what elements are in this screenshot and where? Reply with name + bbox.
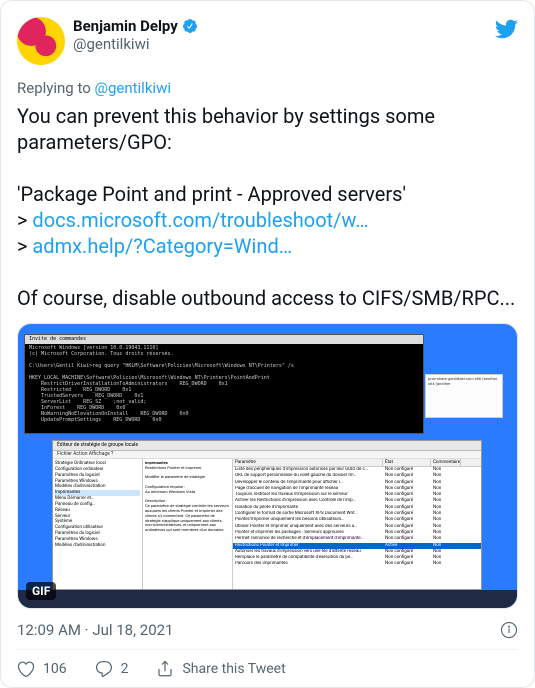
display-name[interactable]: Benjamin Delpy xyxy=(73,17,178,35)
gp-settings-list: Paramètre État Commentaire Liste des pér… xyxy=(233,459,481,589)
reply-context: Replying to @gentilkiwi xyxy=(17,79,518,97)
gp-desc-body: Restrictions Pointer et Imprimer Modifie… xyxy=(145,465,230,532)
tweet-actions: 106 2 Share this Tweet xyxy=(17,660,518,678)
gp-tree-item[interactable]: Modèles d'administration xyxy=(55,543,140,549)
gp-tree: Stratégie Ordinateur local Configuration… xyxy=(53,459,143,589)
gp-col-state: État xyxy=(383,459,431,466)
twitter-logo-icon[interactable] xyxy=(494,17,518,41)
gp-col-param: Paramètre xyxy=(233,459,383,466)
reply-button[interactable]: 2 xyxy=(95,660,129,678)
body-line1: You can prevent this behavior by setting… xyxy=(17,104,440,154)
timestamp-row: 12:09 AM · Jul 18, 2021 xyxy=(17,621,518,639)
tweet-header: Benjamin Delpy @gentilkiwi xyxy=(17,17,518,65)
like-count: 106 xyxy=(43,661,67,677)
like-button[interactable]: 106 xyxy=(17,660,67,678)
note-popup: prdc-share.gentilkiwi.com x86 (another x… xyxy=(425,374,503,418)
tweet-media[interactable]: Invite de commandes Microsoft Windows [v… xyxy=(17,323,518,609)
heart-icon xyxy=(17,660,35,678)
gp-menubar: Fichier Action Affichage ? xyxy=(53,451,481,459)
taskbar xyxy=(18,590,517,608)
share-button[interactable]: Share this Tweet xyxy=(156,660,285,678)
info-icon[interactable] xyxy=(500,621,518,639)
avatar[interactable] xyxy=(17,17,65,65)
cmd-titlebar: Invite de commandes xyxy=(25,335,423,344)
share-icon xyxy=(156,660,174,678)
desktop-area: Invite de commandes Microsoft Windows [v… xyxy=(24,330,511,584)
body-line2: 'Package Point and print - Approved serv… xyxy=(17,182,406,206)
body-link2[interactable]: admx.help/?Category=Wind… xyxy=(32,234,292,258)
reply-count: 2 xyxy=(121,661,129,677)
link1-prefix: > xyxy=(17,208,32,232)
gp-description-pane: Imprimantes Restrictions Pointer et Impr… xyxy=(143,459,233,589)
cmd-window: Invite de commandes Microsoft Windows [v… xyxy=(24,334,424,434)
reply-target-link[interactable]: @gentilkiwi xyxy=(94,79,171,97)
tweet-body: You can prevent this behavior by setting… xyxy=(17,103,518,311)
tweet-card: Benjamin Delpy @gentilkiwi Replying to @… xyxy=(0,0,535,688)
gp-setting-row[interactable]: Parcours des imprimantesNon configuréNon xyxy=(233,561,481,567)
verified-badge-icon xyxy=(182,18,198,34)
share-label: Share this Tweet xyxy=(182,661,285,677)
body-line3: Of course, disable outbound access to CI… xyxy=(17,286,515,310)
link2-prefix: > xyxy=(17,234,32,258)
timestamp[interactable]: 12:09 AM · Jul 18, 2021 xyxy=(17,621,173,639)
body-link1[interactable]: docs.microsoft.com/troubleshoot/w… xyxy=(32,208,368,232)
group-policy-window: Éditeur de stratégie de groupe locale Fi… xyxy=(52,440,482,590)
user-block: Benjamin Delpy @gentilkiwi xyxy=(73,17,486,53)
gp-titlebar: Éditeur de stratégie de groupe locale xyxy=(53,441,481,451)
gif-badge: GIF xyxy=(26,582,56,600)
reply-icon xyxy=(95,660,113,678)
cmd-output: Microsoft Windows [version 10.0.19043.11… xyxy=(29,345,419,423)
user-handle[interactable]: @gentilkiwi xyxy=(73,35,486,53)
reply-prefix: Replying to xyxy=(17,79,94,97)
gp-col-comment: Commentaire xyxy=(431,459,461,466)
